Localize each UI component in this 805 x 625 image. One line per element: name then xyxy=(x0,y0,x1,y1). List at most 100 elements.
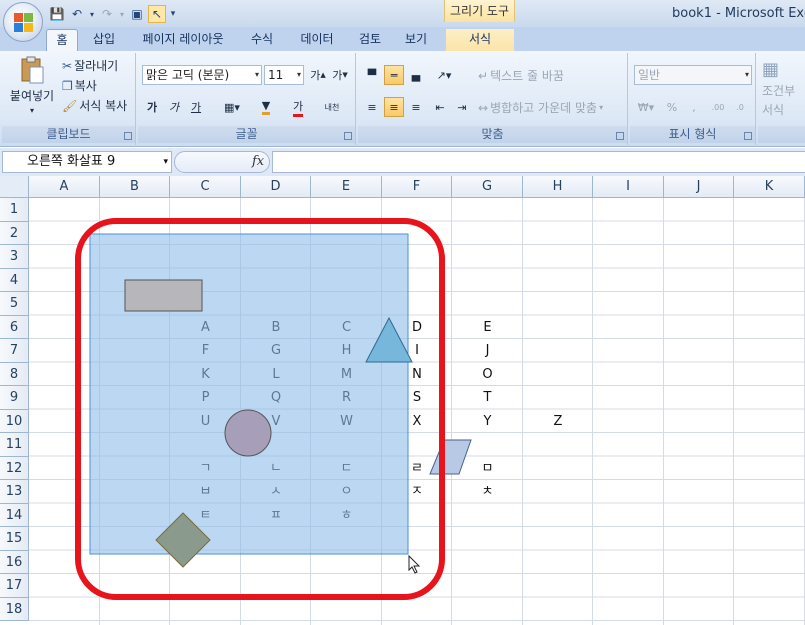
phonetic-button[interactable]: 내천 xyxy=(318,97,346,117)
parallelogram-shape[interactable] xyxy=(429,439,472,475)
formula-bar: 오른쪽 화살표 9 ▾ fx xyxy=(0,148,805,176)
underline-button[interactable]: 가 xyxy=(186,97,206,117)
drawing-layer xyxy=(75,218,472,600)
number-group-label: 표시 형식 xyxy=(630,126,755,143)
wrap-text-icon: ↵ xyxy=(478,68,489,83)
chevron-down-icon: ▾ xyxy=(744,70,749,79)
italic-button[interactable]: 가 xyxy=(164,97,184,117)
fill-color-button[interactable]: ▼ xyxy=(252,97,280,117)
styles-group: ▦ 조건부 서식 xyxy=(758,53,805,145)
font-color-icon: 가 xyxy=(292,98,304,117)
align-right-button[interactable]: ≡ xyxy=(406,97,426,117)
styles-group-label xyxy=(758,126,805,143)
paste-label: 붙여넣기 xyxy=(9,89,55,103)
redo-dropdown-icon[interactable]: ▾ xyxy=(118,5,126,23)
decrease-decimal-button[interactable]: .0 xyxy=(730,97,750,117)
customize-qat-icon[interactable]: ▾ xyxy=(168,5,178,23)
font-family-value: 맑은 고딕 (본문) xyxy=(146,68,230,82)
chevron-down-icon: ▾ xyxy=(599,103,604,112)
paste-button[interactable]: 붙여넣기 ▾ xyxy=(8,55,56,115)
borders-button[interactable]: ▦▾ xyxy=(218,97,246,117)
number-launcher-icon[interactable] xyxy=(744,132,752,140)
font-color-button[interactable]: 가 xyxy=(284,97,312,117)
format-painter-button[interactable]: 🖌 서식 복사 xyxy=(62,97,127,114)
align-top-button[interactable]: ▀ xyxy=(362,65,382,85)
redo-icon[interactable]: ↷ xyxy=(98,5,116,23)
paste-dropdown-icon: ▾ xyxy=(29,106,34,115)
save-icon[interactable]: 💾 xyxy=(48,5,66,23)
formula-input[interactable] xyxy=(272,151,805,173)
worksheet-grid[interactable]: ABCDEFGHIJK 1 2 3 4 5 6 7 8 9 10 11 12 13 14 15 16 17 18 … xyxy=(0,176,805,625)
number-group: 일반 ▾ ₩▾ % , .00 .0 표시 형식 xyxy=(630,53,756,145)
tab-view[interactable]: 보기 xyxy=(398,29,434,51)
wrap-text-label: 텍스트 줄 바꿈 xyxy=(490,69,564,83)
ribbon-tabs: 홈 삽입 페이지 레이아웃 수식 데이터 검토 보기 서식 xyxy=(0,27,805,51)
align-center-button[interactable]: ≡ xyxy=(384,97,404,117)
undo-icon[interactable]: ↶ xyxy=(68,5,86,23)
number-format-value: 일반 xyxy=(638,68,661,82)
wrap-text-button[interactable]: ↵ 텍스트 줄 바꿈 xyxy=(478,67,564,84)
undo-dropdown-icon[interactable]: ▾ xyxy=(88,5,96,23)
font-family-combo[interactable]: 맑은 고딕 (본문) ▾ xyxy=(142,65,262,85)
orientation-button[interactable]: ↗▾ xyxy=(430,65,458,85)
tab-insert[interactable]: 삽입 xyxy=(84,29,124,51)
font-group-label: 글꼴 xyxy=(138,126,355,143)
tab-data[interactable]: 데이터 xyxy=(293,29,341,51)
circle-shape[interactable] xyxy=(224,409,272,457)
paste-icon xyxy=(21,56,44,84)
clipboard-launcher-icon[interactable] xyxy=(124,132,132,140)
increase-indent-button[interactable]: ⇥ xyxy=(452,97,472,117)
alignment-group-label: 맞춤 xyxy=(358,126,627,143)
borders-icon: ▦▾ xyxy=(224,100,240,114)
conditional-format-button[interactable]: ▦ 조건부 서식 xyxy=(762,59,795,118)
clipboard-group: 붙여넣기 ▾ ✂ 잘라내기 ❐ 복사 🖌 서식 복사 클립보드 xyxy=(2,53,136,145)
tab-home[interactable]: 홈 xyxy=(46,29,78,51)
copy-button[interactable]: ❐ 복사 xyxy=(62,77,97,94)
scissors-icon: ✂ xyxy=(62,58,73,73)
merge-center-button[interactable]: ↔ 병합하고 가운데 맞춤 ▾ xyxy=(478,99,603,116)
font-launcher-icon[interactable] xyxy=(344,132,352,140)
window-title: book1 - Microsoft Excel xyxy=(672,6,805,21)
cut-button[interactable]: ✂ 잘라내기 xyxy=(62,57,118,74)
currency-button[interactable]: ₩▾ xyxy=(634,97,658,117)
merge-icon: ↔ xyxy=(478,100,489,115)
align-bottom-button[interactable]: ▄ xyxy=(406,65,426,85)
rectangle-shape[interactable] xyxy=(124,279,203,312)
number-format-combo[interactable]: 일반 ▾ xyxy=(634,65,752,85)
conditional-format-icon: ▦ xyxy=(762,59,780,80)
mouse-pointer-icon[interactable] xyxy=(408,554,421,574)
name-box[interactable]: 오른쪽 화살표 9 ▾ xyxy=(2,151,172,173)
grow-font-button[interactable]: 가 ▲ xyxy=(308,65,328,85)
comma-button[interactable]: , xyxy=(684,97,704,117)
align-middle-button[interactable]: ═ xyxy=(384,65,404,85)
shrink-font-button[interactable]: 가 ▼ xyxy=(330,65,350,85)
office-logo-icon xyxy=(14,13,33,32)
office-button[interactable] xyxy=(3,2,43,42)
chevron-down-icon: ▾ xyxy=(296,70,301,79)
tab-page-layout[interactable]: 페이지 레이아웃 xyxy=(134,29,232,51)
tab-format[interactable]: 서식 xyxy=(446,29,514,51)
align-left-button[interactable]: ≡ xyxy=(362,97,382,117)
percent-button[interactable]: % xyxy=(662,97,682,117)
tab-formulas[interactable]: 수식 xyxy=(243,29,281,51)
decrease-indent-button[interactable]: ⇤ xyxy=(430,97,450,117)
merge-center-label: 병합하고 가운데 맞춤 xyxy=(490,101,598,115)
bold-button[interactable]: 가 xyxy=(142,97,162,117)
conditional-format-label: 서식 xyxy=(762,103,785,117)
cut-label: 잘라내기 xyxy=(74,59,119,73)
select-objects-icon[interactable]: ↖ xyxy=(148,5,166,23)
copy-icon: ❐ xyxy=(62,78,73,93)
camera-icon[interactable]: ▣ xyxy=(128,5,146,23)
fill-bucket-icon: ▼ xyxy=(261,99,271,115)
alignment-launcher-icon[interactable] xyxy=(616,132,624,140)
name-box-value: 오른쪽 화살표 9 xyxy=(27,154,116,169)
conditional-label: 조건부 xyxy=(762,84,796,98)
clipboard-group-label: 클립보드 xyxy=(2,126,135,143)
insert-function-icon[interactable]: fx xyxy=(252,154,264,169)
copy-label: 복사 xyxy=(74,79,97,93)
font-size-value: 11 xyxy=(268,68,284,82)
format-painter-icon: 🖌 xyxy=(62,98,78,113)
increase-decimal-button[interactable]: .00 xyxy=(708,97,728,117)
font-size-combo[interactable]: 11 ▾ xyxy=(264,65,304,85)
tab-review[interactable]: 검토 xyxy=(352,29,388,51)
